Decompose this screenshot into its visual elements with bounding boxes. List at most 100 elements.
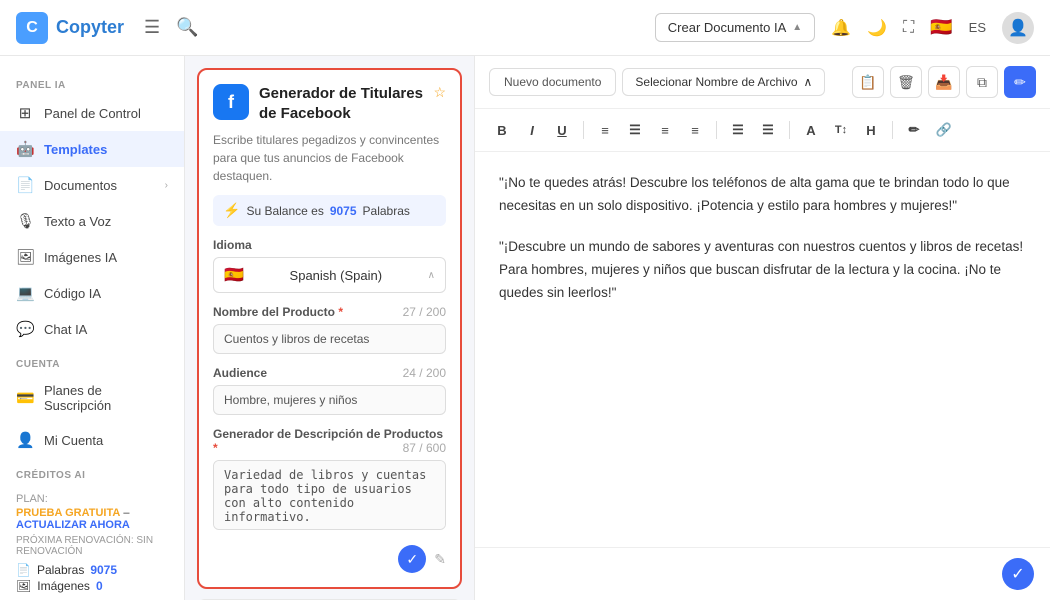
link-button[interactable]: 🔗 — [931, 117, 957, 143]
new-document-tab[interactable]: Nuevo documento — [489, 68, 616, 96]
documentos-icon: 📄 — [16, 176, 34, 194]
sidebar-item-codigo-ia[interactable]: 💻 Código IA — [0, 275, 184, 311]
card-title: Generador de Titulares de Facebook — [259, 84, 423, 123]
imagenes-icon: 🖼 — [16, 248, 34, 266]
idioma-select[interactable]: 🇪🇸 Spanish (Spain) ∧ — [213, 257, 446, 293]
italic-button[interactable]: I — [519, 117, 545, 143]
sidebar-item-label: Texto a Voz — [44, 214, 111, 229]
crear-documento-button[interactable]: Crear Documento IA ▲ — [655, 13, 815, 42]
bell-icon[interactable]: 🔔 — [831, 18, 851, 38]
mi-cuenta-icon: 👤 — [16, 431, 34, 449]
delete-icon-button[interactable]: 🗑 — [890, 66, 922, 98]
flag-icon: 🇪🇸 — [930, 17, 952, 38]
bolt-icon: ⚡ — [223, 202, 240, 219]
rp-bottom: ✓ — [475, 547, 1050, 600]
align-right-button[interactable]: ≡ — [652, 117, 678, 143]
bold-button[interactable]: B — [489, 117, 515, 143]
sidebar-item-label: Panel de Control — [44, 106, 141, 121]
search-icon[interactable]: 🔍 — [176, 17, 198, 38]
card-description: Escribe titulares pegadizos y convincent… — [213, 131, 446, 185]
nombre-input[interactable] — [213, 324, 446, 354]
selected-lang: Spanish (Spain) — [290, 268, 383, 283]
desc-label: Generador de Descripción de Productos * … — [213, 427, 446, 455]
sidebar-item-texto-voz[interactable]: 🎙 Texto a Voz — [0, 203, 184, 239]
align-center-button[interactable]: ☰ — [622, 117, 648, 143]
list-button[interactable]: ☰ — [725, 117, 751, 143]
align-justify-button[interactable]: ≡ — [682, 117, 708, 143]
sidebar-credits: PLAN: PRUEBA GRATUITA – ACTUALIZAR AHORA… — [0, 485, 184, 600]
palabras-credit-row: 📄 Palabras 9075 — [16, 563, 168, 577]
nombre-section: Nombre del Producto * 27 / 200 — [213, 305, 446, 354]
cuenta-label: CUENTA — [0, 347, 184, 374]
spain-flag-icon: 🇪🇸 — [224, 265, 244, 285]
sidebar: PANEL IA ⊞ Panel de Control 🤖 Templates … — [0, 56, 185, 600]
creditos-label: CRÉDITOS AI — [0, 458, 184, 485]
audience-label: Audience 24 / 200 — [213, 366, 446, 380]
menu-icon[interactable]: ☰ — [144, 17, 160, 38]
plan-free-link[interactable]: PRUEBA GRATUITA — [16, 507, 120, 519]
texto-voz-icon: 🎙 — [16, 212, 34, 230]
chevron-up-icon: ▲ — [792, 22, 802, 33]
sidebar-item-planes[interactable]: 💳 Planes de Suscripción — [0, 374, 184, 422]
separator2 — [716, 121, 717, 139]
brush-button[interactable]: ✏ — [901, 117, 927, 143]
edit-mode-button[interactable]: ✏ — [1004, 66, 1036, 98]
desc-section: Generador de Descripción de Productos * … — [213, 427, 446, 533]
edit-icon[interactable]: ✎ — [434, 551, 446, 568]
sidebar-item-chat-ia[interactable]: 💬 Chat IA — [0, 311, 184, 347]
heading-button[interactable]: H — [858, 117, 884, 143]
lang-label: ES — [969, 20, 986, 35]
audience-section: Audience 24 / 200 — [213, 366, 446, 415]
chevron-right-icon: › — [165, 180, 168, 191]
sidebar-item-mi-cuenta[interactable]: 👤 Mi Cuenta — [0, 422, 184, 458]
sidebar-item-panel-control[interactable]: ⊞ Panel de Control — [0, 95, 184, 131]
confirm-button[interactable]: ✓ — [1002, 558, 1034, 590]
sidebar-item-label: Templates — [44, 142, 107, 157]
sidebar-item-label: Documentos — [44, 178, 117, 193]
desc-textarea[interactable]: Variedad de libros y cuentas para todo t… — [213, 460, 446, 530]
facebook-icon: f — [213, 84, 249, 120]
audience-count: 24 / 200 — [403, 366, 446, 380]
topbar-right: Crear Documento IA ▲ 🔔 🌙 ⛶ 🇪🇸 ES 👤 — [655, 12, 1034, 44]
sidebar-item-imagenes-ia[interactable]: 🖼 Imágenes IA — [0, 239, 184, 275]
nombre-count: 27 / 200 — [403, 305, 446, 319]
imagenes-credit-row: 🖼 Imágenes 0 — [16, 579, 168, 593]
panel-control-icon: ⊞ — [16, 104, 34, 122]
format-toolbar: B I U ≡ ☰ ≡ ≡ ☰ ☰ A T↕ H ✏ — [475, 109, 1050, 152]
font-color-button[interactable]: A — [798, 117, 824, 143]
plan-links: PRUEBA GRATUITA – ACTUALIZAR AHORA — [16, 507, 168, 531]
align-left-button[interactable]: ≡ — [592, 117, 618, 143]
plan-update-link[interactable]: ACTUALIZAR AHORA — [16, 519, 130, 531]
audience-input[interactable] — [213, 385, 446, 415]
select-name-button[interactable]: Selecionar Nombre de Archivo ∧ — [622, 68, 825, 96]
sidebar-item-label: Imágenes IA — [44, 250, 117, 265]
editor-paragraph-2: "¡Descubre un mundo de sabores y aventur… — [499, 236, 1026, 305]
palabras-icon: 📄 — [16, 563, 31, 577]
sidebar-item-templates[interactable]: 🤖 Templates — [0, 131, 184, 167]
templates-icon: 🤖 — [16, 140, 34, 158]
avatar[interactable]: 👤 — [1002, 12, 1034, 44]
submit-button[interactable]: ✓ — [398, 545, 426, 573]
separator — [583, 121, 584, 139]
font-size-button[interactable]: T↕ — [828, 117, 854, 143]
ordered-list-button[interactable]: ☰ — [755, 117, 781, 143]
desc-count: 87 / 600 — [403, 441, 446, 455]
editor-area[interactable]: "¡No te quedes atrás! Descubre los teléf… — [475, 152, 1050, 547]
underline-button[interactable]: U — [549, 117, 575, 143]
topbar: C Copyter ☰ 🔍 Crear Documento IA ▲ 🔔 🌙 ⛶… — [0, 0, 1050, 56]
next-renewal: PRÓXIMA RENOVACIÓN: SIN RENOVACIÓN — [16, 535, 168, 557]
expand-icon[interactable]: ⛶ — [903, 19, 914, 37]
logo-icon: C — [16, 12, 48, 44]
editor-paragraph-1: "¡No te quedes atrás! Descubre los teléf… — [499, 172, 1026, 218]
copy-icon-button[interactable]: 📋 — [852, 66, 884, 98]
sidebar-item-label: Código IA — [44, 286, 101, 301]
balance-label: Su Balance es — [246, 204, 323, 218]
idioma-section: Idioma 🇪🇸 Spanish (Spain) ∧ — [213, 238, 446, 293]
chevron-down-icon: ∧ — [428, 270, 435, 281]
duplicate-icon-button[interactable]: ⧉ — [966, 66, 998, 98]
star-icon[interactable]: ☆ — [433, 84, 446, 101]
download-icon-button[interactable]: 📥 — [928, 66, 960, 98]
main-content: PANEL IA ⊞ Panel de Control 🤖 Templates … — [0, 56, 1050, 600]
moon-icon[interactable]: 🌙 — [867, 18, 887, 38]
sidebar-item-documentos[interactable]: 📄 Documentos › — [0, 167, 184, 203]
